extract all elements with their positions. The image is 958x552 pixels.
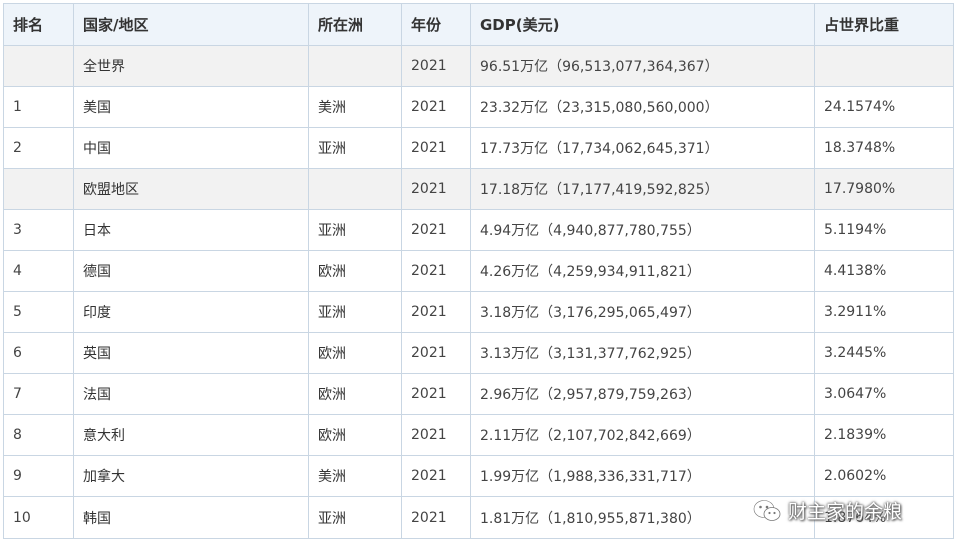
continent-cell: 美洲 xyxy=(308,455,402,497)
gdp-cell: 1.81万亿（1,810,955,871,380） xyxy=(470,496,815,539)
country-cell: 印度 xyxy=(73,291,309,333)
share-cell: 2.1839% xyxy=(814,414,954,456)
country-cell: 美国 xyxy=(73,86,309,128)
header-row: 排名 国家/地区 所在洲 年份 GDP(美元) 占世界比重 xyxy=(3,3,954,46)
share-cell: 4.4138% xyxy=(814,250,954,292)
continent-cell: 美洲 xyxy=(308,86,402,128)
year-cell: 2021 xyxy=(401,291,471,333)
country-cell: 德国 xyxy=(73,250,309,292)
gdp-cell: 2.11万亿（2,107,702,842,669） xyxy=(470,414,815,456)
share-cell: 2.0602% xyxy=(814,455,954,497)
share-cell: 1.8764% xyxy=(814,496,954,539)
year-cell: 2021 xyxy=(401,209,471,251)
continent-cell: 欧洲 xyxy=(308,250,402,292)
year-cell: 2021 xyxy=(401,373,471,415)
rank-cell: 10 xyxy=(3,496,74,539)
continent-cell xyxy=(308,45,402,87)
year-cell: 2021 xyxy=(401,86,471,128)
country-cell: 法国 xyxy=(73,373,309,415)
continent-cell: 亚洲 xyxy=(308,127,402,169)
continent-cell: 欧洲 xyxy=(308,414,402,456)
rank-cell: 7 xyxy=(3,373,74,415)
year-cell: 2021 xyxy=(401,168,471,210)
country-cell: 日本 xyxy=(73,209,309,251)
country-cell: 意大利 xyxy=(73,414,309,456)
continent-cell: 亚洲 xyxy=(308,291,402,333)
rank-cell: 5 xyxy=(3,291,74,333)
table-row: 6 英国 欧洲 2021 3.13万亿（3,131,377,762,925） 3.2445… xyxy=(3,332,954,374)
table-row: 1 美国 美洲 2021 23.32万亿（23,315,080,560,000） 24.1… xyxy=(3,86,954,128)
table-row: 5 印度 亚洲 2021 3.18万亿（3,176,295,065,497） 3.2911… xyxy=(3,291,954,333)
year-cell: 2021 xyxy=(401,127,471,169)
country-cell: 韩国 xyxy=(73,496,309,539)
gdp-cell: 4.94万亿（4,940,877,780,755） xyxy=(470,209,815,251)
rank-cell: 6 xyxy=(3,332,74,374)
year-cell: 2021 xyxy=(401,496,471,539)
share-cell: 18.3748% xyxy=(814,127,954,169)
table-row: 7 法国 欧洲 2021 2.96万亿（2,957,879,759,263） 3.0647… xyxy=(3,373,954,415)
continent-cell: 欧洲 xyxy=(308,373,402,415)
share-cell: 3.2911% xyxy=(814,291,954,333)
table-row: 欧盟地区 2021 17.18万亿（17,177,419,592,825） 17.79… xyxy=(3,168,954,210)
country-cell: 欧盟地区 xyxy=(73,168,309,210)
header-rank: 排名 xyxy=(3,3,74,46)
table-header: 排名 国家/地区 所在洲 年份 GDP(美元) 占世界比重 xyxy=(3,3,954,46)
gdp-cell: 3.13万亿（3,131,377,762,925） xyxy=(470,332,815,374)
country-cell: 中国 xyxy=(73,127,309,169)
table-row: 10 韩国 亚洲 2021 1.81万亿（1,810,955,871,380） 1.876… xyxy=(3,496,954,539)
table-row: 8 意大利 欧洲 2021 2.11万亿（2,107,702,842,669） 2.183… xyxy=(3,414,954,456)
gdp-cell: 4.26万亿（4,259,934,911,821） xyxy=(470,250,815,292)
table-row: 2 中国 亚洲 2021 17.73万亿（17,734,062,645,371） 18.3… xyxy=(3,127,954,169)
table-row: 3 日本 亚洲 2021 4.94万亿（4,940,877,780,755） 5.1194… xyxy=(3,209,954,251)
year-cell: 2021 xyxy=(401,455,471,497)
gdp-cell: 23.32万亿（23,315,080,560,000） xyxy=(470,86,815,128)
rank-cell xyxy=(3,45,74,87)
rank-cell: 3 xyxy=(3,209,74,251)
table-row: 4 德国 欧洲 2021 4.26万亿（4,259,934,911,821） 4.4138… xyxy=(3,250,954,292)
table-body: 全世界 2021 96.51万亿（96,513,077,364,367） 1 美国 美洲 2… xyxy=(3,45,954,539)
year-cell: 2021 xyxy=(401,414,471,456)
share-cell xyxy=(814,45,954,87)
gdp-cell: 1.99万亿（1,988,336,331,717） xyxy=(470,455,815,497)
rank-cell: 4 xyxy=(3,250,74,292)
rank-cell: 2 xyxy=(3,127,74,169)
share-cell: 5.1194% xyxy=(814,209,954,251)
continent-cell: 亚洲 xyxy=(308,209,402,251)
rank-cell xyxy=(3,168,74,210)
country-cell: 英国 xyxy=(73,332,309,374)
gdp-cell: 17.73万亿（17,734,062,645,371） xyxy=(470,127,815,169)
country-cell: 加拿大 xyxy=(73,455,309,497)
header-continent: 所在洲 xyxy=(308,3,402,46)
gdp-cell: 2.96万亿（2,957,879,759,263） xyxy=(470,373,815,415)
table-row: 全世界 2021 96.51万亿（96,513,077,364,367） xyxy=(3,45,954,87)
share-cell: 24.1574% xyxy=(814,86,954,128)
header-year: 年份 xyxy=(401,3,471,46)
continent-cell xyxy=(308,168,402,210)
year-cell: 2021 xyxy=(401,250,471,292)
header-country: 国家/地区 xyxy=(73,3,309,46)
share-cell: 17.7980% xyxy=(814,168,954,210)
year-cell: 2021 xyxy=(401,45,471,87)
share-cell: 3.0647% xyxy=(814,373,954,415)
table-row: 9 加拿大 美洲 2021 1.99万亿（1,988,336,331,717） 2.060… xyxy=(3,455,954,497)
continent-cell: 欧洲 xyxy=(308,332,402,374)
header-gdp: GDP(美元) xyxy=(470,3,815,46)
gdp-cell: 17.18万亿（17,177,419,592,825） xyxy=(470,168,815,210)
continent-cell: 亚洲 xyxy=(308,496,402,539)
rank-cell: 8 xyxy=(3,414,74,456)
country-cell: 全世界 xyxy=(73,45,309,87)
gdp-cell: 3.18万亿（3,176,295,065,497） xyxy=(470,291,815,333)
share-cell: 3.2445% xyxy=(814,332,954,374)
rank-cell: 9 xyxy=(3,455,74,497)
gdp-ranking-table: 排名 国家/地区 所在洲 年份 GDP(美元) 占世界比重 全世界 2021 96.… xyxy=(3,3,954,539)
gdp-cell: 96.51万亿（96,513,077,364,367） xyxy=(470,45,815,87)
year-cell: 2021 xyxy=(401,332,471,374)
rank-cell: 1 xyxy=(3,86,74,128)
header-share: 占世界比重 xyxy=(814,3,954,46)
